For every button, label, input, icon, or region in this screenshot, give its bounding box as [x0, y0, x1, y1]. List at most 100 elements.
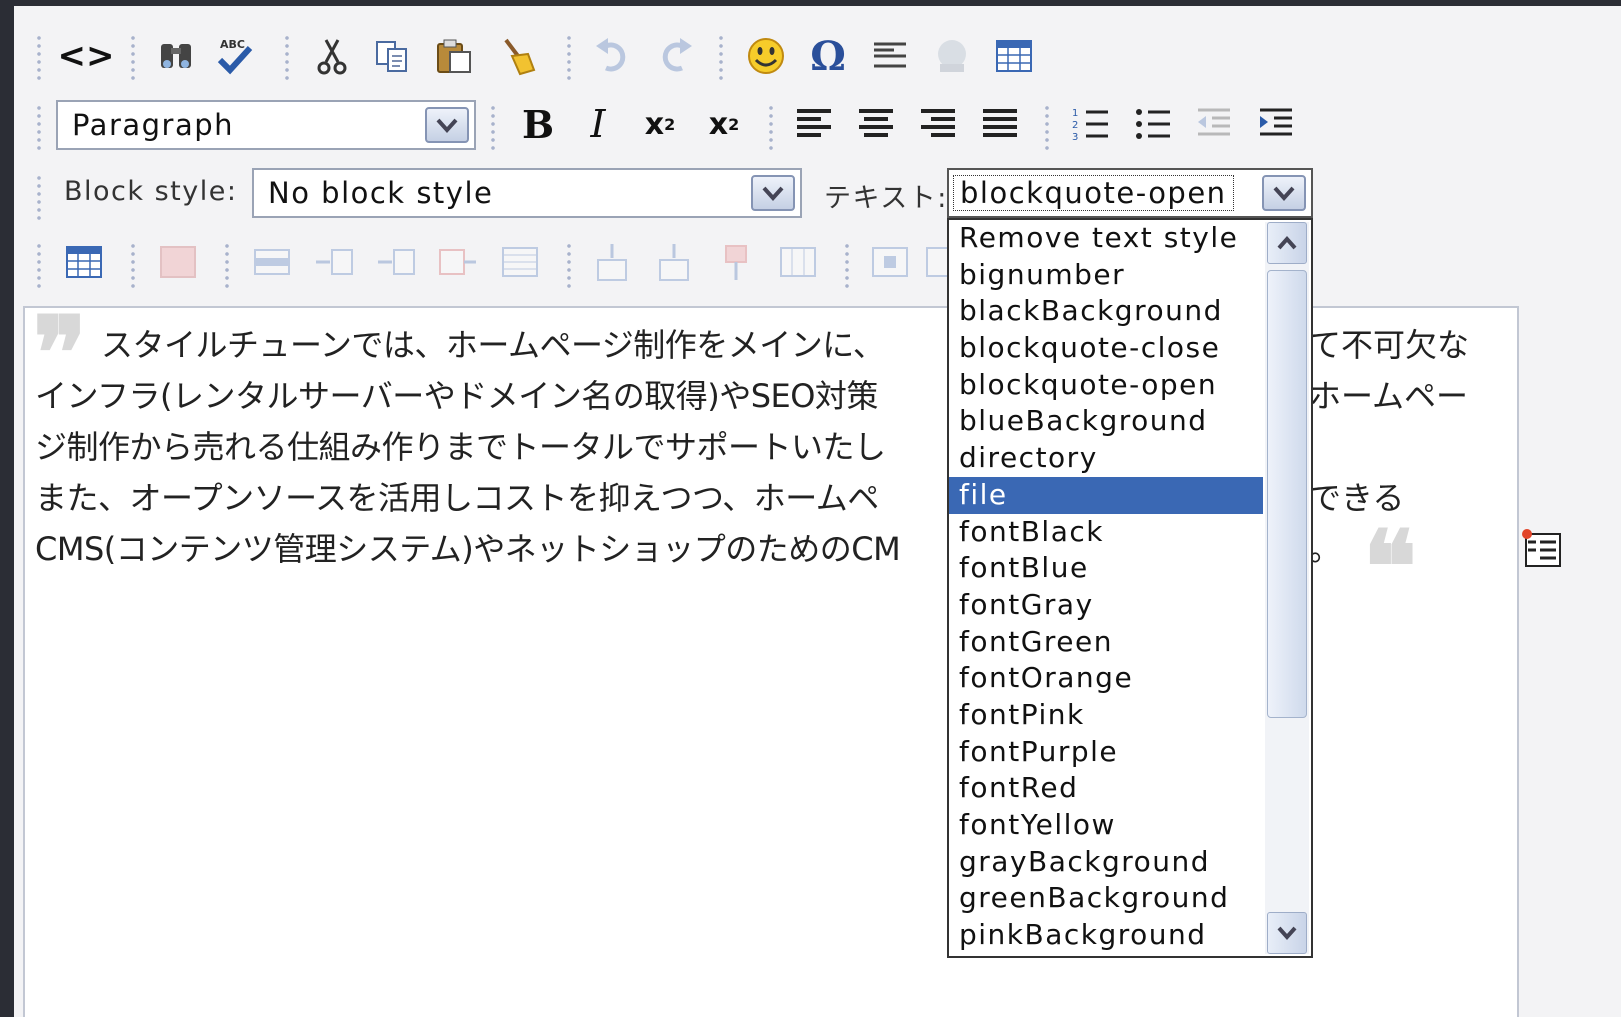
- row-insert-after-icon[interactable]: [372, 238, 420, 286]
- toolbar-grip[interactable]: [36, 242, 42, 288]
- horizontal-rule-icon[interactable]: [866, 32, 914, 80]
- dropdown-option[interactable]: bignumber: [949, 257, 1263, 294]
- toolbar-grip[interactable]: [130, 34, 136, 80]
- spellcheck-icon[interactable]: ABC: [210, 32, 258, 80]
- chevron-down-icon[interactable]: [751, 175, 795, 211]
- table-icon[interactable]: [990, 32, 1038, 80]
- block-style-select[interactable]: No block style: [252, 168, 802, 218]
- col-insert-after-icon[interactable]: [650, 238, 698, 286]
- dropdown-option[interactable]: Remove text style: [949, 220, 1263, 257]
- emoticon-icon[interactable]: [742, 32, 790, 80]
- paste-icon[interactable]: [430, 32, 478, 80]
- align-center-icon[interactable]: [852, 100, 900, 148]
- dropdown-option[interactable]: pinkBackground: [949, 917, 1263, 954]
- block-style-label: Block style:: [64, 176, 238, 207]
- dropdown-option[interactable]: fontOrange: [949, 660, 1263, 697]
- superscript-glyph: x: [708, 106, 729, 142]
- italic-button[interactable]: I: [574, 100, 622, 148]
- toolbar-grip[interactable]: [566, 34, 572, 80]
- scrollbar-thumb[interactable]: [1267, 270, 1307, 718]
- align-justify-icon[interactable]: [976, 100, 1024, 148]
- chevron-down-icon[interactable]: [1262, 175, 1306, 211]
- toolbar-grip[interactable]: [844, 242, 850, 288]
- align-right-icon[interactable]: [914, 100, 962, 148]
- text-style-dropdown[interactable]: Remove text style bignumber blackBackgroun…: [947, 218, 1313, 958]
- dropdown-option[interactable]: fontGreen: [949, 624, 1263, 661]
- text-style-value: blockquote-open: [953, 175, 1234, 211]
- bold-button[interactable]: B: [514, 100, 562, 148]
- table-insert-icon[interactable]: [60, 238, 108, 286]
- cut-icon[interactable]: [308, 32, 356, 80]
- cell-props-icon[interactable]: [866, 238, 914, 286]
- toolbar-row-1: <> ABC Ω: [14, 26, 1114, 86]
- dropdown-option[interactable]: blockquote-open: [949, 367, 1263, 404]
- bullet-list-icon[interactable]: [1128, 100, 1176, 148]
- toolbar-grip[interactable]: [36, 104, 42, 150]
- bold-glyph: B: [521, 101, 555, 147]
- redo-icon[interactable]: [652, 32, 700, 80]
- toolbar-grip[interactable]: [718, 34, 724, 80]
- dropdown-option[interactable]: greenBackground: [949, 880, 1263, 917]
- dropdown-option[interactable]: fontPurple: [949, 734, 1263, 771]
- scroll-up-button[interactable]: [1267, 222, 1307, 264]
- chevron-down-icon[interactable]: [425, 107, 469, 143]
- dropdown-scrollbar[interactable]: [1265, 222, 1309, 954]
- dropdown-option-list: Remove text style bignumber blackBackgroun…: [949, 220, 1263, 954]
- block-marker-icon[interactable]: [1520, 526, 1568, 574]
- col-insert-before-icon[interactable]: [588, 238, 636, 286]
- dropdown-option[interactable]: fontBlue: [949, 550, 1263, 587]
- subscript-button[interactable]: x2: [636, 100, 684, 148]
- text-style-select[interactable]: blockquote-open: [947, 168, 1313, 218]
- editor-line-right: て不可欠な: [1309, 326, 1470, 364]
- dropdown-option[interactable]: fontBlack: [949, 514, 1263, 551]
- dropdown-option[interactable]: grayBackground: [949, 844, 1263, 881]
- svg-text:3: 3: [1072, 132, 1078, 143]
- align-left-icon[interactable]: [790, 100, 838, 148]
- editor-line-right: [1309, 422, 1469, 473]
- toolbar-grip[interactable]: [768, 104, 774, 150]
- dropdown-option[interactable]: file: [949, 476, 1263, 514]
- format-select-value: Paragraph: [72, 108, 235, 142]
- dropdown-option[interactable]: blackBackground: [949, 293, 1263, 330]
- toolbar-row-2: Paragraph B I x2 x2 123: [14, 94, 1414, 154]
- source-code-icon[interactable]: <>: [58, 32, 115, 80]
- scroll-down-button[interactable]: [1267, 912, 1307, 954]
- toolbar-row-3: Block style: No block style テキスト: blockq…: [14, 164, 1414, 224]
- image-icon[interactable]: [928, 32, 976, 80]
- copy-icon[interactable]: [368, 32, 416, 80]
- svg-text:1: 1: [1072, 108, 1078, 119]
- toolbar-grip[interactable]: [490, 104, 496, 150]
- row-split-icon[interactable]: [496, 238, 544, 286]
- table-delete-icon[interactable]: [154, 238, 202, 286]
- superscript-button[interactable]: x2: [700, 100, 748, 148]
- toolbar-grip[interactable]: [284, 34, 290, 80]
- dropdown-option[interactable]: fontPink: [949, 697, 1263, 734]
- toolbar-grip[interactable]: [36, 34, 42, 80]
- dropdown-option[interactable]: directory: [949, 440, 1263, 477]
- col-props-icon[interactable]: [774, 238, 822, 286]
- editor-line-right: ホームペー: [1309, 377, 1469, 415]
- col-delete-icon[interactable]: [712, 238, 760, 286]
- row-insert-before-icon[interactable]: [310, 238, 358, 286]
- cleanup-icon[interactable]: [494, 32, 542, 80]
- find-icon[interactable]: [152, 32, 200, 80]
- svg-text:ABC: ABC: [220, 38, 245, 51]
- outdent-icon[interactable]: [1190, 100, 1238, 148]
- toolbar-grip[interactable]: [1044, 104, 1050, 150]
- format-select[interactable]: Paragraph: [56, 100, 476, 150]
- toolbar-grip[interactable]: [224, 242, 230, 288]
- toolbar-grip[interactable]: [566, 242, 572, 288]
- dropdown-option[interactable]: fontRed: [949, 770, 1263, 807]
- dropdown-option[interactable]: fontGray: [949, 587, 1263, 624]
- dropdown-option[interactable]: blueBackground: [949, 403, 1263, 440]
- dropdown-option[interactable]: fontYellow: [949, 807, 1263, 844]
- toolbar-grip[interactable]: [130, 242, 136, 288]
- dropdown-option[interactable]: blockquote-close: [949, 330, 1263, 367]
- numbered-list-icon[interactable]: 123: [1066, 100, 1114, 148]
- row-props-icon[interactable]: [248, 238, 296, 286]
- row-delete-icon[interactable]: [434, 238, 482, 286]
- special-char-icon[interactable]: Ω: [804, 32, 852, 80]
- toolbar-grip[interactable]: [36, 174, 42, 220]
- undo-icon[interactable]: [588, 32, 636, 80]
- indent-icon[interactable]: [1252, 100, 1300, 148]
